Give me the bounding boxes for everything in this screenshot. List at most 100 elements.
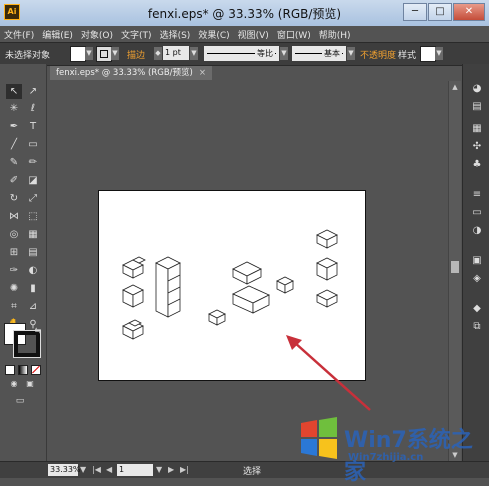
line-tool-icon[interactable]: ╱ [6,137,22,152]
scroll-up-icon[interactable]: ▲ [450,82,460,92]
style-label: 样式 [398,51,417,61]
slice-tool-icon[interactable]: ⊿ [25,299,41,314]
scroll-thumb[interactable] [451,261,459,273]
stroke-swatch[interactable] [96,46,112,62]
eraser-tool-icon[interactable]: ◪ [25,173,41,188]
appearance-panel-icon[interactable]: ▣ [469,254,485,268]
fill-swatch[interactable] [70,46,86,62]
swap-colors-icon[interactable]: ⇆ [30,323,46,338]
perspective-grid-tool-icon[interactable]: ▦ [25,227,41,242]
artboard-number-field[interactable]: 1 [117,464,153,476]
magic-wand-tool-icon[interactable]: ✳ [6,101,22,116]
menu-object[interactable]: 对象(O) [81,28,113,41]
stroke-label[interactable]: 描边 [127,48,145,61]
iso-cluster-small [208,309,226,326]
menu-file[interactable]: 文件(F) [4,28,34,41]
close-tab-icon[interactable]: × [199,68,206,78]
menu-help[interactable]: 帮助(H) [319,28,351,41]
free-transform-tool-icon[interactable]: ⬚ [25,209,41,224]
title-bar: Ai fenxi.eps* @ 33.33% (RGB/预览) ─ □ ✕ [0,0,489,26]
draw-mode-icon[interactable]: ◉ [6,376,22,391]
menu-type[interactable]: 文字(T) [121,28,152,41]
rotate-tool-icon[interactable]: ↻ [6,191,22,206]
brush-dropdown-icon[interactable]: ▼ [347,47,355,60]
paintbrush-tool-icon[interactable]: ✎ [6,155,22,170]
control-bar: 未选择对象 ▼ ▼ 描边 ◆ 1 pt ▼ 等比 ▼ 基本 ▼ 不透明度 样式 … [0,42,489,66]
selection-status: 未选择对象 [5,51,51,61]
color-mode-icon[interactable] [5,365,15,375]
blob-brush-tool-icon[interactable]: ✐ [6,173,22,188]
gradient-panel-icon[interactable]: ▭ [469,206,485,220]
selection-tool-icon[interactable]: ↖ [6,84,22,99]
style-dropdown-icon[interactable]: ▼ [435,47,443,60]
color-guide-panel-icon[interactable]: ▤ [469,100,485,114]
stroke-dropdown-icon[interactable]: ▼ [111,47,119,60]
opacity-label[interactable]: 不透明度 [360,48,396,61]
zoom-field[interactable]: 33.33% [48,464,81,476]
mesh-tool-icon[interactable]: ⊞ [6,245,22,260]
zoom-dropdown-icon[interactable]: ▼ [80,464,86,476]
menu-edit[interactable]: 编辑(E) [42,28,73,41]
stroke-weight-stepper-icon[interactable]: ◆ [154,47,162,60]
stroke-weight-dropdown-icon[interactable]: ▼ [190,47,198,60]
artboard-tool-icon[interactable]: ⌗ [6,299,22,314]
direct-selection-tool-icon[interactable]: ↗ [25,84,41,99]
gradient-mode-icon[interactable] [18,365,28,375]
graphic-styles-panel-icon[interactable]: ◈ [469,272,485,286]
first-artboard-icon[interactable]: |◀ [92,464,101,476]
brush-label: 基本 [322,46,342,61]
profile-dropdown-icon[interactable]: ▼ [280,47,288,60]
iso-cluster-mid [232,285,270,314]
next-artboard-icon[interactable]: ▶ [168,464,174,476]
symbols-panel-icon[interactable]: ♣ [469,158,485,172]
maximize-button[interactable]: □ [428,3,452,21]
shape-builder-tool-icon[interactable]: ◎ [6,227,22,242]
menu-window[interactable]: 窗口(W) [277,28,311,41]
brushes-panel-icon[interactable]: ✣ [469,140,485,154]
artboard-dropdown-icon[interactable]: ▼ [156,464,162,476]
profile-label: 等比 [255,46,275,61]
scale-tool-icon[interactable]: ⤢ [25,191,41,206]
menu-bar: 文件(F) 编辑(E) 对象(O) 文字(T) 选择(S) 效果(C) 视图(V… [0,26,489,42]
fill-dropdown-icon[interactable]: ▼ [85,47,93,60]
document-tab[interactable]: fenxi.eps* @ 33.33% (RGB/预览) × [50,66,212,80]
stroke-panel-icon[interactable]: ≡ [469,188,485,202]
transparency-panel-icon[interactable]: ◑ [469,224,485,238]
panel-dock: ◕ ▤ ▦ ✣ ♣ ≡ ▭ ◑ ▣ ◈ ◆ ⧉ [462,64,489,461]
menu-view[interactable]: 视图(V) [238,28,269,41]
layers-panel-icon[interactable]: ◆ [469,302,485,316]
change-screen-mode-icon[interactable]: ▭ [12,394,28,409]
stroke-weight-field[interactable]: 1 pt [163,46,189,60]
graphic-style-swatch[interactable] [420,46,436,62]
eyedropper-tool-icon[interactable]: ✑ [6,263,22,278]
vertical-scrollbar[interactable]: ▲ ▼ [448,81,461,461]
last-artboard-icon[interactable]: ▶| [180,464,189,476]
minimize-button[interactable]: ─ [403,3,427,21]
color-panel-icon[interactable]: ◕ [469,82,485,96]
menu-effect[interactable]: 效果(C) [198,28,229,41]
width-tool-icon[interactable]: ⋈ [6,209,22,224]
type-tool-icon[interactable]: T [25,119,41,134]
blend-tool-icon[interactable]: ◐ [25,263,41,278]
lasso-tool-icon[interactable]: ℓ [25,101,41,116]
iso-tower [155,256,181,318]
rectangle-tool-icon[interactable]: ▭ [25,137,41,152]
symbol-sprayer-tool-icon[interactable]: ✺ [6,281,22,296]
menu-select[interactable]: 选择(S) [160,28,191,41]
iso-block-r2 [316,257,338,281]
column-graph-tool-icon[interactable]: ▮ [25,281,41,296]
prev-artboard-icon[interactable]: ◀ [106,464,112,476]
artboards-panel-icon[interactable]: ⧉ [469,320,485,334]
brush-definition[interactable]: 基本 [292,46,346,61]
none-mode-icon[interactable] [31,365,41,375]
variable-width-profile[interactable]: 等比 [204,46,279,61]
pencil-tool-icon[interactable]: ✏ [25,155,41,170]
swatches-panel-icon[interactable]: ▦ [469,122,485,136]
iso-block-r1 [316,229,338,249]
iso-block-1 [122,256,146,279]
gradient-tool-icon[interactable]: ▤ [25,245,41,260]
close-button[interactable]: ✕ [453,3,485,21]
iso-cluster-top [232,261,294,294]
pen-tool-icon[interactable]: ✒ [6,119,22,134]
screen-mode-icon[interactable]: ▣ [22,376,38,391]
